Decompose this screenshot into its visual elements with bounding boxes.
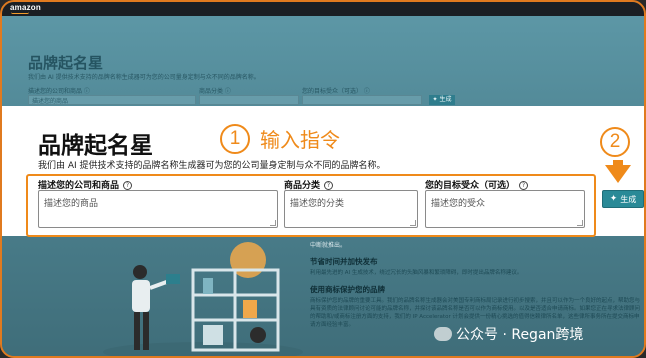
background-page-subtitle: 我们由 AI 提供技术支持的品牌名称生成器可为您的公司量身定制与众不同的品牌名称…	[28, 74, 260, 81]
watermark-text: 公众号 · Regan跨境	[456, 327, 584, 343]
person-with-shelf-illustration	[103, 242, 303, 356]
category-input[interactable]: 描述您的分类	[284, 190, 418, 228]
background-generate-button: ✦ 生成	[429, 95, 455, 105]
screenshot-frame: amazon 品牌起名星 我们由 AI 提供技术支持的品牌名称生成器可为您的公司…	[0, 0, 646, 358]
generate-button-label: 生成	[620, 194, 637, 204]
amazon-smile-icon	[11, 12, 29, 14]
info-top-text: 中断就推出。	[310, 242, 347, 249]
background-input-audience	[302, 95, 422, 105]
wechat-icon	[434, 327, 452, 341]
step-1-badge: 1	[220, 124, 250, 154]
arrow-down-icon	[605, 165, 631, 183]
page-title: 品牌起名星	[38, 133, 153, 159]
info-section1-title: 节省时间并加快发布	[310, 257, 378, 266]
category-input-placeholder: 描述您的分类	[290, 199, 345, 209]
sparkle-icon: ✦	[609, 194, 618, 204]
amazon-logo[interactable]: amazon	[10, 3, 41, 12]
info-panel: 中断就推出。 节省时间并加快发布 利用最先进的 AI 生成技术，绕过冗长的头脑风…	[310, 240, 640, 329]
top-navigation-bar: amazon	[2, 2, 644, 16]
info-section2-title: 使用商标保护您的品牌	[310, 285, 385, 294]
background-label-category: 商品分类 ⓘ	[199, 88, 231, 95]
resize-handle-icon[interactable]	[410, 220, 416, 226]
page-subtitle: 我们由 AI 提供技术支持的品牌名称生成器可为您的公司量身定制与众不同的品牌名称…	[38, 161, 386, 171]
resize-handle-icon[interactable]	[270, 220, 276, 226]
step-1-label: 输入指令	[260, 128, 340, 152]
background-label-audience: 您的目标受众（可选） ⓘ	[302, 88, 370, 95]
info-section1-text: 利用最先进的 AI 生成技术，绕过冗长的头脑风暴和繁琐障碍，即时提出品牌名称建议…	[310, 270, 523, 276]
watermark: 公众号 · Regan跨境	[434, 324, 583, 344]
step-2-badge: 2	[600, 127, 630, 157]
company-input[interactable]: 描述您的商品	[38, 190, 278, 228]
audience-input[interactable]: 描述您的受众	[425, 190, 585, 228]
generate-button[interactable]: ✦ 生成	[602, 190, 644, 208]
question-icon[interactable]: ?	[324, 181, 334, 190]
background-page-title: 品牌起名星	[28, 54, 104, 72]
background-input-category	[199, 95, 299, 105]
background-label-company: 描述您的公司和商品 ⓘ	[28, 88, 90, 95]
question-icon[interactable]: ?	[123, 181, 133, 190]
question-icon[interactable]: ?	[519, 181, 529, 190]
company-input-placeholder: 描述您的商品	[44, 199, 99, 209]
audience-input-placeholder: 描述您的受众	[431, 199, 486, 209]
resize-handle-icon[interactable]	[577, 220, 583, 226]
background-input-company: 描述您的商品	[28, 95, 196, 105]
